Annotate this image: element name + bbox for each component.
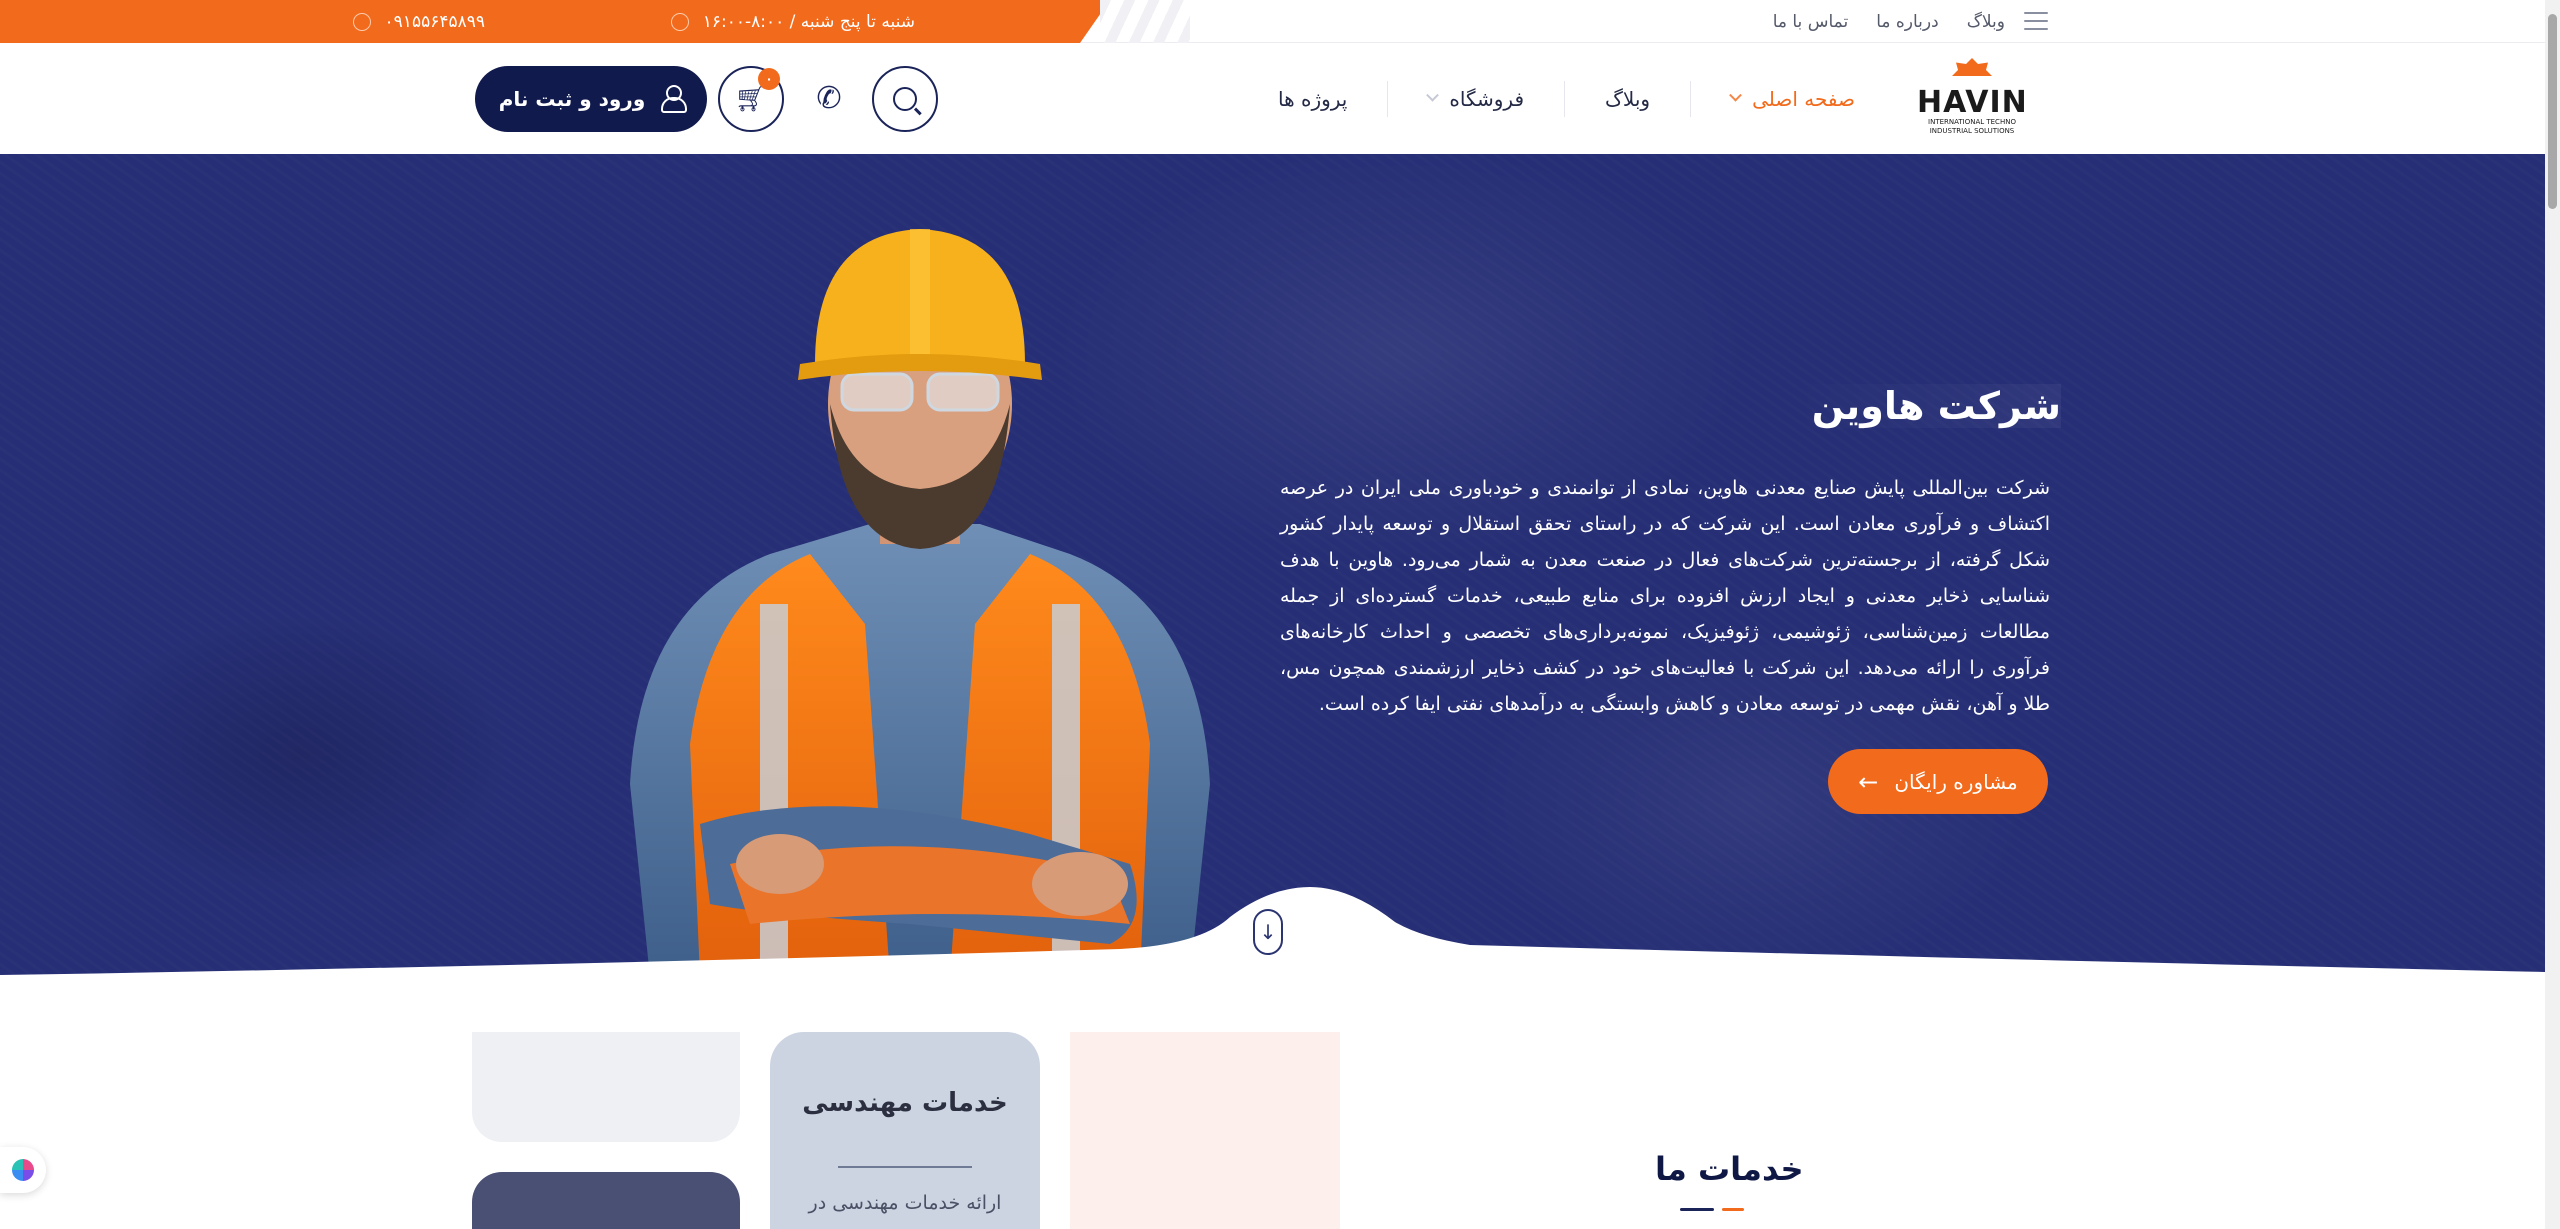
free-consult-button[interactable]: مشاوره رایگان ← bbox=[1828, 749, 2048, 814]
hero-section: ↓ شرکت هاوین شرکت بین‌المللی پایش صنایع … bbox=[0, 154, 2545, 977]
menu-icon[interactable] bbox=[2024, 12, 2048, 30]
scrollbar-thumb[interactable] bbox=[2548, 14, 2557, 209]
hero-title: شرکت هاوین bbox=[1781, 376, 2061, 440]
nav-item-projects-label: پروژه ها bbox=[1277, 87, 1348, 111]
phone-icon bbox=[352, 12, 371, 31]
top-link-contact[interactable]: تماس با ما bbox=[1773, 12, 1849, 32]
chevron-down-icon bbox=[1729, 88, 1742, 102]
logo-text: HAVIN bbox=[1917, 85, 2028, 120]
cart-icon: 🛒︎ bbox=[734, 84, 768, 114]
scroll-down-button[interactable]: ↓ bbox=[1253, 909, 1283, 955]
divider bbox=[838, 1166, 972, 1168]
site-logo[interactable]: HAVIN INTERNATIONAL TECHNO INDUSTRIAL SO… bbox=[1917, 58, 2027, 138]
working-hours-text: شنبه تا پنج شنبه / ۸:۰۰-۱۶:۰۰ bbox=[702, 11, 915, 32]
nav-item-blog[interactable]: وبلاگ bbox=[1564, 81, 1690, 117]
hero-background bbox=[0, 154, 2545, 977]
working-hours: شنبه تا پنج شنبه / ۸:۰۰-۱۶:۰۰ bbox=[670, 0, 915, 43]
top-bar-contact-strip bbox=[0, 0, 1110, 43]
service-card[interactable] bbox=[472, 1172, 740, 1229]
cart-button[interactable]: 🛒︎ ۰ bbox=[718, 66, 784, 132]
logo-gear-icon bbox=[1952, 58, 1992, 76]
top-bar: شنبه تا پنج شنبه / ۸:۰۰-۱۶:۰۰ ۰۹۱۵۵۶۴۵۸۹… bbox=[0, 0, 2545, 43]
nav-item-shop-label: فروشگاه bbox=[1449, 87, 1525, 111]
search-button[interactable] bbox=[872, 66, 938, 132]
top-link-about[interactable]: درباره ما bbox=[1876, 12, 1939, 32]
worker-image bbox=[630, 229, 1210, 977]
phone-number[interactable]: ۰۹۱۵۵۶۴۵۸۹۹ bbox=[352, 0, 485, 43]
services-title: خدمات ما bbox=[1655, 1150, 1804, 1188]
nav-item-home[interactable]: صفحه اصلی bbox=[1690, 81, 1855, 117]
main-nav: صفحه اصلی وبلاگ فروشگاه پروژه ها bbox=[1238, 44, 1855, 154]
login-register-label: ورود و ثبت نام bbox=[498, 87, 646, 111]
free-consult-label: مشاوره رایگان bbox=[1894, 769, 2018, 794]
top-bar-decoration bbox=[1100, 0, 1190, 43]
nav-item-projects[interactable]: پروژه ها bbox=[1238, 81, 1387, 117]
service-card-description: ارائه خدمات مهندسی در bbox=[808, 1192, 1002, 1214]
top-links: وبلاگ درباره ما تماس با ما bbox=[1773, 0, 2005, 43]
nav-item-blog-label: وبلاگ bbox=[1605, 87, 1651, 111]
search-icon bbox=[893, 87, 917, 111]
call-button[interactable]: ✆ bbox=[796, 66, 862, 132]
nav-item-home-label: صفحه اصلی bbox=[1752, 87, 1855, 111]
phone-icon: ✆ bbox=[816, 81, 842, 116]
page-scrollbar[interactable] bbox=[2545, 0, 2560, 1229]
arrow-down-icon: ↓ bbox=[1259, 920, 1277, 944]
service-card-title: خدمات مهندسی bbox=[802, 1088, 1008, 1118]
arrow-left-icon: ← bbox=[1858, 767, 1879, 796]
clock-icon bbox=[670, 12, 689, 31]
accessibility-widget-button[interactable] bbox=[0, 1147, 46, 1193]
chevron-down-icon bbox=[1426, 88, 1440, 102]
login-register-button[interactable]: ورود و ثبت نام bbox=[475, 66, 707, 132]
service-card-engineering[interactable]: خدمات مهندسی ارائه خدمات مهندسی در bbox=[770, 1032, 1040, 1229]
main-header: HAVIN INTERNATIONAL TECHNO INDUSTRIAL SO… bbox=[0, 44, 2545, 154]
logo-tagline: INTERNATIONAL TECHNO INDUSTRIAL SOLUTION… bbox=[1928, 118, 2016, 135]
brain-icon bbox=[12, 1159, 34, 1181]
service-card[interactable] bbox=[1070, 1032, 1340, 1229]
phone-number-text: ۰۹۱۵۵۶۴۵۸۹۹ bbox=[384, 11, 485, 32]
hero-description: شرکت بین‌المللی پایش صنایع معدنی هاوین، … bbox=[1280, 477, 2050, 715]
user-icon bbox=[661, 85, 688, 113]
cart-count-badge: ۰ bbox=[758, 68, 780, 90]
title-underline bbox=[1680, 1208, 1744, 1211]
top-link-blog[interactable]: وبلاگ bbox=[1967, 12, 2005, 32]
service-card[interactable] bbox=[472, 1032, 740, 1142]
nav-item-shop[interactable]: فروشگاه bbox=[1387, 81, 1564, 117]
